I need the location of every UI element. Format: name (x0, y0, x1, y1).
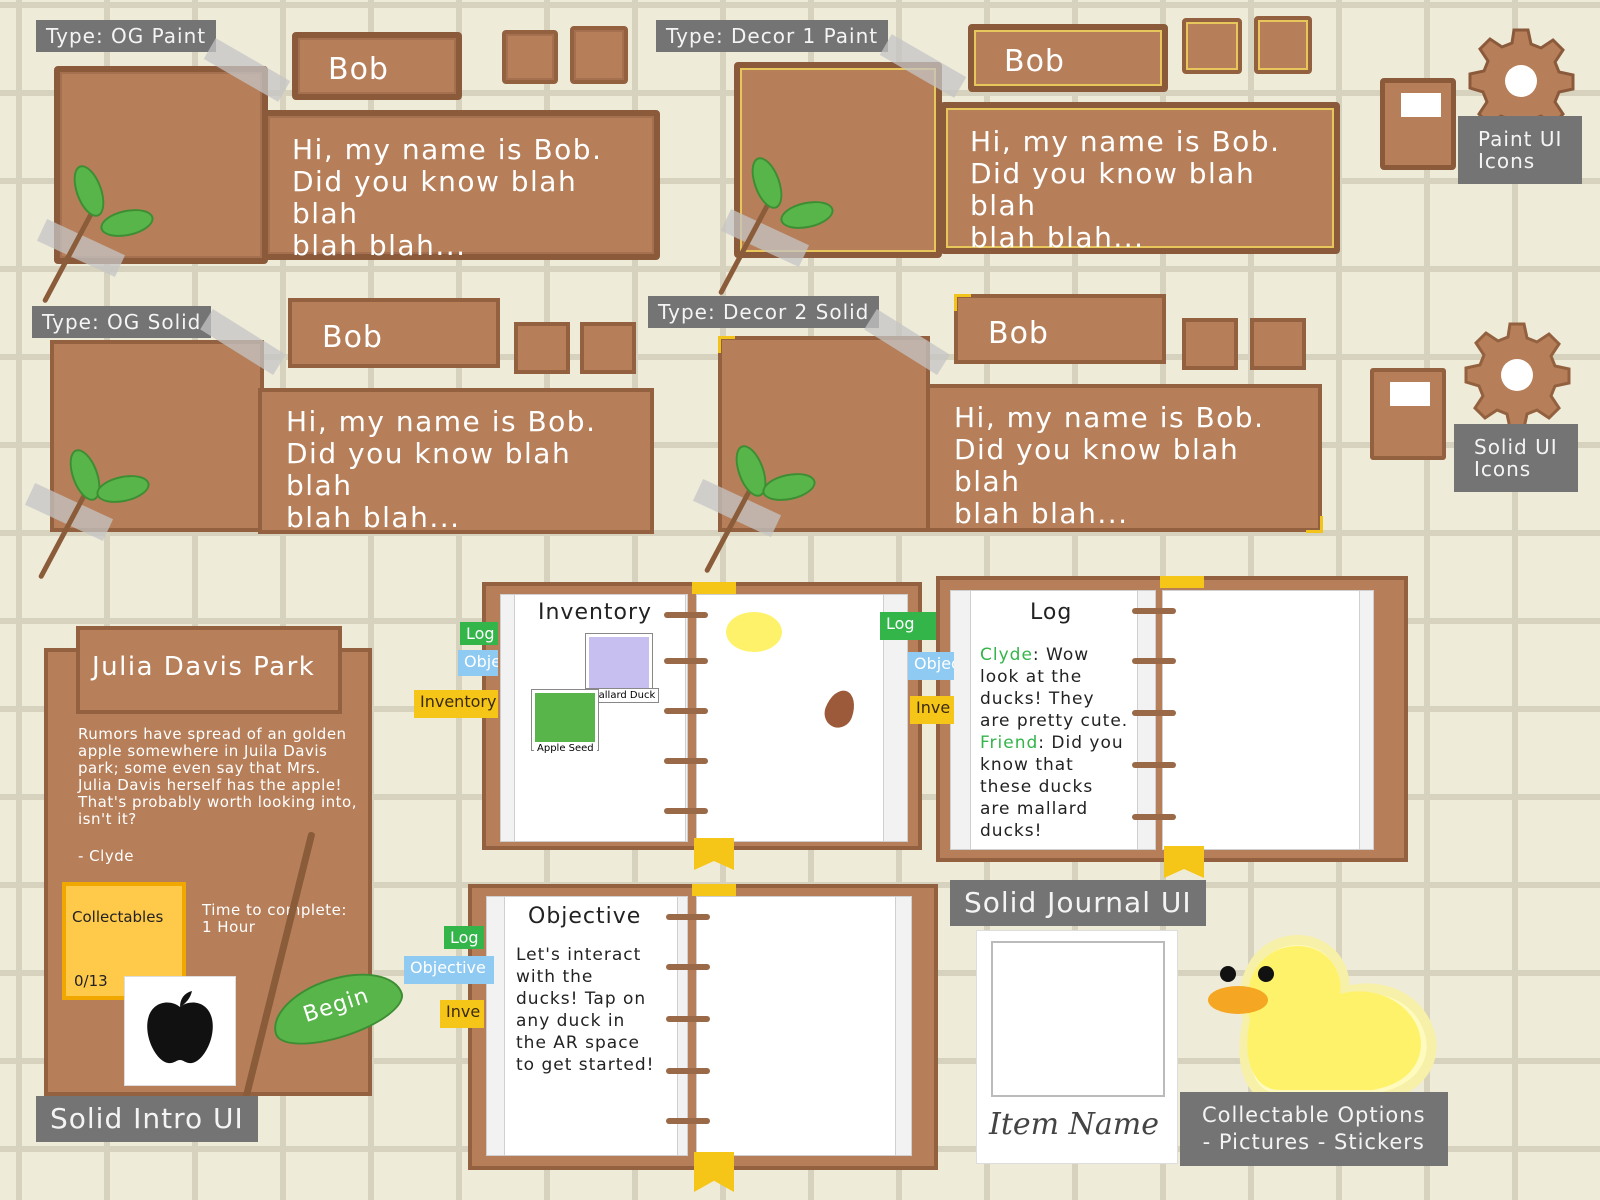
inventory-ring-4 (664, 758, 708, 764)
apple-seed-sticker (532, 690, 598, 750)
inventory-tab-objective[interactable]: Objec (458, 650, 498, 676)
solid-journal-ui-label: Solid Journal UI (950, 880, 1206, 926)
intro-signature: - Clyde (78, 847, 134, 865)
og-paint-speaker-name: Bob (328, 52, 389, 87)
log-ring-1 (1132, 608, 1176, 614)
decor1-paint-square-1 (1182, 18, 1242, 74)
decor2-solid-dialogue-box: Hi, my name is Bob. Did you know blah bl… (926, 384, 1322, 532)
decor2-corner-tl (718, 336, 735, 353)
decor2-solid-dialogue-text: Hi, my name is Bob. Did you know blah bl… (954, 401, 1265, 530)
log-ribbon (1164, 846, 1204, 878)
log-speaker-friend: Friend (980, 733, 1039, 753)
objective-title: Objective (528, 904, 642, 929)
og-paint-name-box: Bob (292, 32, 462, 100)
intro-park-name: Julia Davis Park (92, 652, 316, 682)
log-title: Log (1030, 600, 1073, 625)
decor2-solid-label: Type: Decor 2 Solid (648, 296, 880, 328)
og-solid-dialogue-box: Hi, my name is Bob. Did you know blah bl… (258, 388, 654, 534)
log-tab-objective[interactable]: Objec (908, 652, 954, 680)
og-solid-dialogue-text: Hi, my name is Bob. Did you know blah bl… (286, 405, 597, 534)
solid-ui-icons-label: Solid UI Icons (1454, 424, 1578, 492)
objective-ring-5 (666, 1118, 710, 1124)
decor2-solid-speaker-name: Bob (988, 316, 1049, 351)
inventory-ring-1 (664, 612, 708, 618)
objective-ring-4 (666, 1068, 710, 1074)
apple-silhouette-icon (147, 991, 213, 1064)
og-paint-dialogue-text: Hi, my name is Bob. Did you know blah bl… (292, 133, 603, 262)
objective-ring-1 (666, 914, 710, 920)
inventory-ring-5 (664, 808, 708, 814)
inventory-ribbon (694, 838, 734, 870)
log-ring-4 (1132, 762, 1176, 768)
solid-intro-ui-label: Solid Intro UI (36, 1096, 258, 1142)
inventory-tab-log[interactable]: Log (460, 622, 498, 645)
objective-text: Let's interact with the ducks! Tap on an… (516, 945, 655, 1075)
inventory-right-page (696, 594, 884, 842)
decor1-paint-name-box: Bob (968, 24, 1168, 92)
decor2-corner-br (1306, 516, 1323, 533)
intro-time: Time to complete: 1 Hour (202, 901, 347, 936)
og-paint-square-2 (570, 26, 628, 84)
decor2-solid-name-box: Bob (954, 294, 1166, 364)
collectables-label: Collectables (72, 908, 164, 926)
og-solid-name-box: Bob (288, 298, 500, 368)
objective-top-bookmark (692, 884, 736, 896)
objective-ring-3 (666, 1016, 710, 1022)
decor1-paint-square-2 (1254, 16, 1312, 74)
decor1-paint-label: Type: Decor 1 Paint (656, 20, 889, 52)
objective-right-page (696, 896, 896, 1156)
log-right-page (1162, 590, 1360, 850)
og-paint-label: Type: OG Paint (36, 20, 217, 52)
collectables-count: 0/13 (74, 972, 108, 990)
paint-ui-icons-label: Paint UI Icons (1458, 116, 1583, 184)
objective-tab-log[interactable]: Log (444, 926, 484, 949)
inventory-top-bookmark (692, 582, 736, 594)
log-top-bookmark (1160, 576, 1204, 588)
inventory-title: Inventory (538, 600, 653, 625)
log-ring-5 (1132, 814, 1176, 820)
paint-journal-icon (1380, 78, 1456, 170)
objective-ring-2 (666, 964, 710, 970)
objective-ribbon (694, 1152, 734, 1192)
decor1-paint-speaker-name: Bob (1004, 44, 1065, 79)
solid-journal-icon (1370, 368, 1446, 460)
og-solid-speaker-name: Bob (322, 320, 383, 355)
inventory-ring-2 (664, 658, 708, 664)
collectable-photo-frame (991, 941, 1165, 1097)
og-solid-label: Type: OG Solid (32, 306, 212, 338)
apple-photo (124, 976, 236, 1086)
decor1-paint-dialogue-box: Hi, my name is Bob. Did you know blah bl… (940, 102, 1340, 254)
collectable-polaroid: Item Name (976, 930, 1178, 1164)
log-entries: Clyde: Wow look at the ducks! They are p… (980, 644, 1130, 842)
objective-tab-inventory[interactable]: Inve (440, 1000, 484, 1028)
intro-description: Rumors have spread of an golden apple so… (78, 725, 357, 828)
log-speaker-clyde: Clyde (980, 645, 1033, 665)
solid-gear-icon (1464, 322, 1571, 430)
collectable-options-label: Collectable Options - Pictures - Sticker… (1180, 1092, 1448, 1166)
duck-doodle-icon (726, 612, 782, 652)
og-solid-square-2 (580, 322, 636, 374)
og-paint-square-1 (502, 30, 558, 84)
decor1-paint-dialogue-text: Hi, my name is Bob. Did you know blah bl… (970, 125, 1281, 254)
decor2-solid-square-1 (1182, 318, 1238, 370)
og-paint-dialogue-box: Hi, my name is Bob. Did you know blah bl… (262, 110, 660, 262)
inventory-ring-3 (664, 708, 708, 714)
decor2-solid-square-2 (1250, 318, 1306, 370)
decor2-corner-name (954, 294, 971, 311)
inventory-tab-inventory[interactable]: Inventory (414, 690, 498, 718)
log-tab-inventory[interactable]: Inve (910, 696, 954, 724)
duck-sticker-icon (1208, 934, 1437, 1103)
log-ring-3 (1132, 710, 1176, 716)
intro-title-plaque: Julia Davis Park (76, 626, 342, 714)
apple-seed-caption: Apple Seed (534, 742, 597, 755)
objective-tab-objective[interactable]: Objective (404, 956, 494, 984)
og-solid-square-1 (514, 322, 570, 374)
log-ring-2 (1132, 658, 1176, 664)
collectable-caption: Item Name (989, 1107, 1159, 1142)
